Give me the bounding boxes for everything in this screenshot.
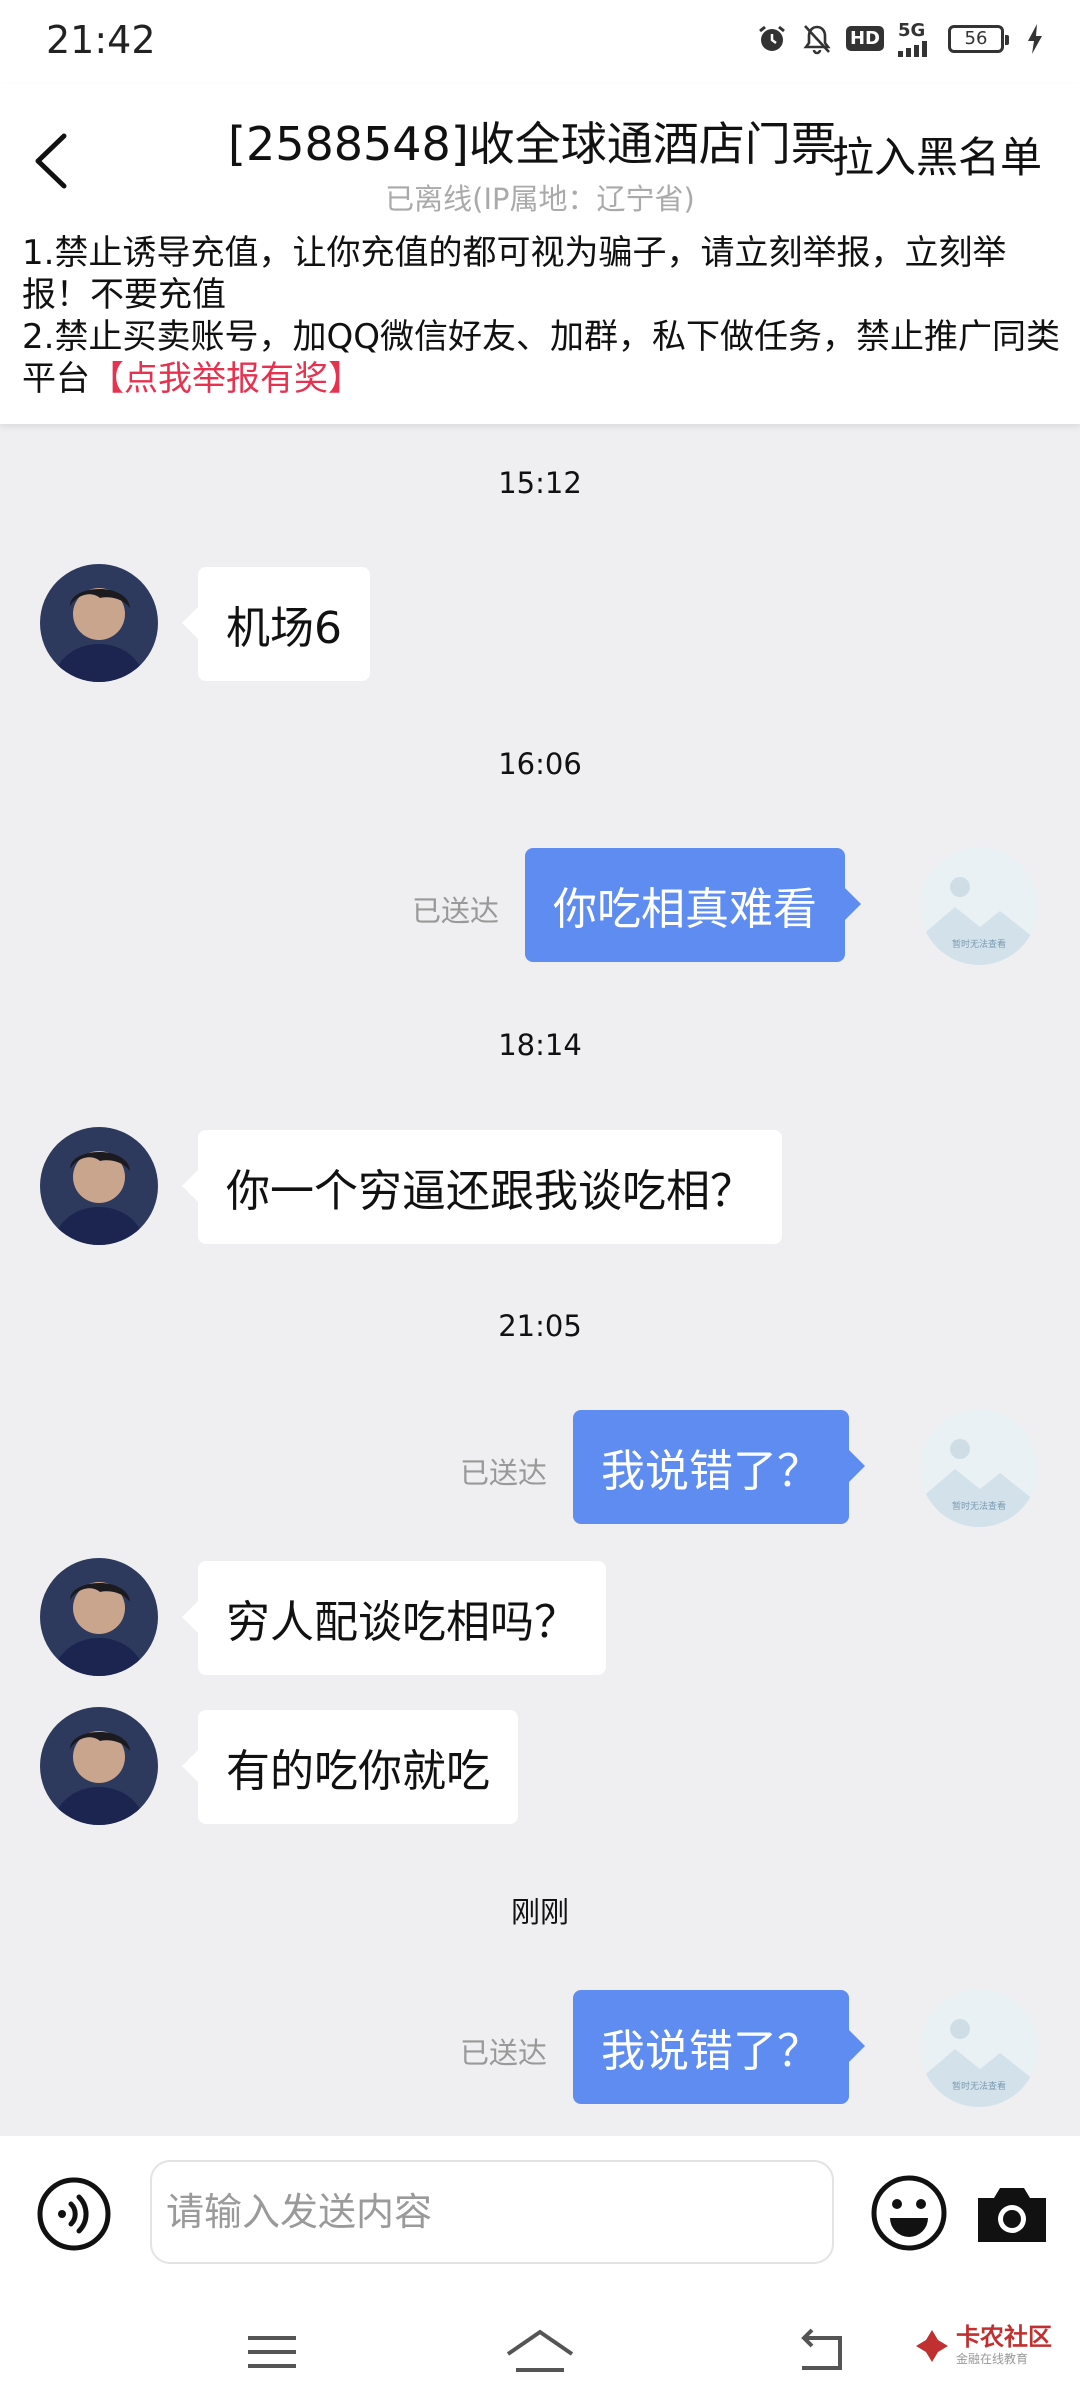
home-icon — [506, 2329, 574, 2372]
message-bubble[interactable]: 有的吃你就吃 — [182, 1710, 518, 1824]
menu-icon — [248, 2336, 296, 2368]
message-input[interactable] — [150, 2160, 834, 2264]
notice-line-2: 2.禁止买卖账号，加QQ微信好友、加群，私下做任务，禁止推广同类平台【点我举报有… — [22, 316, 1062, 400]
camera-icon — [978, 2188, 1046, 2242]
charging-icon — [1026, 23, 1044, 54]
self-avatar-text: 暂时无法查看 — [952, 2080, 1006, 2092]
back-nav-button[interactable] — [792, 2324, 856, 2380]
message-bubble[interactable]: 你一个穷逼还跟我谈吃相？ — [182, 1130, 782, 1244]
self-avatar[interactable]: 暂时无法查看 — [920, 847, 1038, 965]
emoji-icon — [871, 2175, 947, 2251]
watermark-text: 卡农社区 金融在线教育 — [956, 2324, 1052, 2367]
back-arrow-icon — [801, 2328, 842, 2370]
input-bar — [0, 2136, 1080, 2296]
avatar[interactable] — [40, 1707, 158, 1825]
notice-text: 1.禁止诱导充值，让你充值的都可视为骗子，请立刻举报，立刻举报！不要充值 2.禁… — [22, 232, 1062, 400]
watermark-logo-icon — [916, 2329, 948, 2362]
voice-icon — [37, 2177, 111, 2251]
battery-icon: 56 — [948, 24, 1009, 53]
message-bubble[interactable]: 机场6 — [182, 567, 370, 681]
camera-button[interactable] — [972, 2176, 1052, 2252]
report-link[interactable]: 【点我举报有奖】 — [90, 359, 362, 399]
voice-button[interactable] — [36, 2176, 112, 2252]
time-label: 21:05 — [498, 1309, 582, 1343]
self-avatar[interactable]: 暂时无法查看 — [920, 1409, 1038, 1527]
system-nav-bar: 卡农社区 金融在线教育 — [0, 2296, 1080, 2408]
time-label: 15:12 — [498, 466, 582, 500]
time-label: 18:14 — [498, 1028, 582, 1062]
time-label: 16:06 — [498, 747, 582, 781]
network-type: 5G — [898, 20, 926, 41]
delivery-status: 已送达 — [460, 1456, 548, 1490]
avatar[interactable] — [40, 564, 158, 682]
hd-icon: HD — [845, 26, 884, 51]
message-bubble[interactable]: 我说错了？ — [573, 1410, 865, 1524]
message-list[interactable]: 15:12 机场6 16:06 已送达 你吃相真难看 暂时无法查看 18:14 … — [0, 424, 1080, 2136]
watermark: 卡农社区 金融在线教育 — [914, 2324, 1052, 2367]
emoji-button[interactable] — [870, 2174, 948, 2252]
avatar[interactable] — [40, 1127, 158, 1245]
self-avatar-text: 暂时无法查看 — [952, 1500, 1006, 1512]
notice-line-1: 1.禁止诱导充值，让你充值的都可视为骗子，请立刻举报，立刻举报！不要充值 — [22, 233, 1007, 315]
menu-nav-button[interactable] — [240, 2324, 304, 2380]
alarm-icon — [756, 23, 788, 55]
delivery-status: 已送达 — [412, 894, 500, 928]
status-bar: 21:42 HD 5G 56 — [0, 0, 1080, 84]
watermark-name: 卡农社区 — [956, 2323, 1052, 2351]
signal-icon: 5G — [898, 20, 934, 57]
chat-title: [2588548]收全球通酒店门票 — [228, 117, 837, 171]
online-status: 已离线(IP属地：辽宁省) — [385, 182, 695, 216]
status-time: 21:42 — [46, 18, 156, 62]
self-avatar-text: 暂时无法查看 — [952, 938, 1006, 950]
message-bubble[interactable]: 我说错了？ — [573, 1990, 865, 2104]
time-label: 刚刚 — [510, 1895, 569, 1929]
message-bubble[interactable]: 你吃相真难看 — [525, 848, 861, 962]
watermark-tagline: 金融在线教育 — [956, 2352, 1029, 2366]
delivery-status: 已送达 — [460, 2036, 548, 2070]
message-bubble[interactable]: 穷人配谈吃相吗？ — [182, 1561, 606, 1675]
chat-header: [2588548]收全球通酒店门票 拉入黑名单 已离线(IP属地：辽宁省) 1.… — [0, 84, 1080, 424]
self-avatar[interactable]: 暂时无法查看 — [920, 1989, 1038, 2107]
mute-bell-icon — [802, 23, 832, 55]
avatar[interactable] — [40, 1558, 158, 1676]
status-icons: HD 5G 56 — [756, 20, 1044, 57]
home-nav-button[interactable] — [504, 2324, 576, 2380]
battery-level: 56 — [964, 28, 988, 49]
